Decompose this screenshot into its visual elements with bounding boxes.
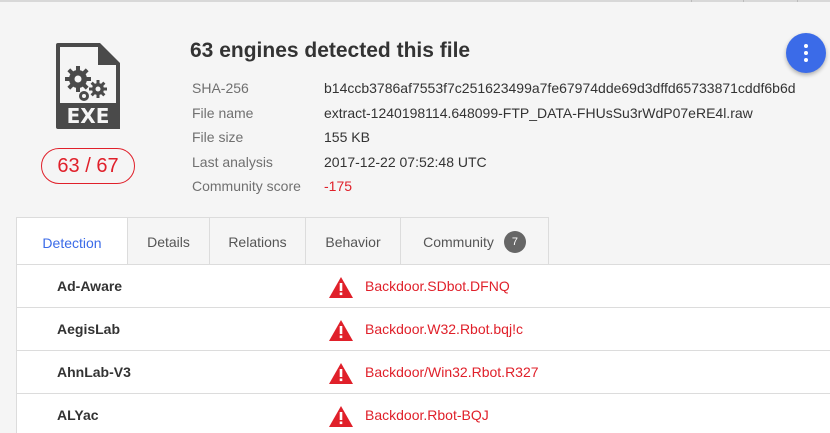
tab-label: Behavior: [325, 234, 381, 250]
tab-relations[interactable]: Relations: [210, 218, 306, 266]
detection-panel: Ad-Aware Backdoor.SDbot.DFNQ AegisLab Ba…: [16, 264, 830, 433]
engine-name: ALYac: [57, 407, 99, 423]
tab-detection[interactable]: Detection: [17, 218, 128, 267]
top-divider: [0, 0, 830, 2]
meta-row-sha256: SHA-256 b14ccb3786af7553f7c251623499a7fe…: [192, 76, 796, 101]
tab-label: Community: [423, 234, 494, 250]
engine-name: AegisLab: [57, 321, 121, 337]
detection-result: Backdoor.Rbot-BQJ: [365, 407, 489, 423]
warning-icon: [329, 277, 353, 298]
tab-label: Details: [147, 234, 190, 250]
tab-label: Relations: [228, 234, 287, 250]
meta-row-community-score: Community score -175: [192, 174, 796, 199]
meta-value-sha256[interactable]: b14ccb3786af7553f7c251623499a7fe67974dde…: [324, 80, 796, 96]
vertical-dots-icon: [804, 44, 808, 62]
exe-file-icon: EXE: [54, 41, 122, 131]
meta-key: File name: [192, 104, 254, 121]
tab-label: Detection: [42, 234, 102, 251]
community-count-badge: 7: [503, 231, 526, 253]
tab-community[interactable]: Community 7: [401, 218, 548, 266]
meta-key: Community score: [192, 178, 301, 195]
tab-details[interactable]: Details: [128, 218, 210, 266]
meta-row-file-size: File size 155 KB: [192, 125, 796, 150]
meta-value-community-score: -175: [324, 178, 353, 195]
detection-result: Backdoor.W32.Rbot.bqj!c: [365, 321, 523, 337]
meta-key: SHA-256: [192, 80, 249, 97]
meta-row-file-name: File name extract-1240198114.648099-FTP_…: [192, 101, 796, 126]
detection-result: Backdoor.SDbot.DFNQ: [365, 278, 510, 294]
detection-row: Ad-Aware Backdoor.SDbot.DFNQ: [17, 265, 830, 308]
meta-value-last-analysis: 2017-12-22 07:52:48 UTC: [324, 153, 487, 170]
engine-name: AhnLab-V3: [57, 364, 131, 380]
meta-value-file-size: 155 KB: [324, 129, 370, 146]
report-tabs: Detection Details Relations Behavior Com…: [16, 217, 549, 267]
file-type-label: EXE: [67, 104, 110, 128]
detection-score-badge: 63 / 67: [41, 148, 135, 184]
detection-row: ALYac Backdoor.Rbot-BQJ: [17, 394, 830, 433]
detection-row: AhnLab-V3 Backdoor/Win32.Rbot.R327: [17, 351, 830, 394]
detection-result: Backdoor/Win32.Rbot.R327: [365, 364, 539, 380]
detection-row: AegisLab Backdoor.W32.Rbot.bqj!c: [17, 308, 830, 351]
warning-icon: [329, 363, 353, 384]
meta-key: Last analysis: [192, 153, 273, 170]
warning-icon: [329, 320, 353, 341]
meta-row-last-analysis: Last analysis 2017-12-22 07:52:48 UTC: [192, 150, 796, 175]
detection-headline: 63 engines detected this file: [190, 39, 471, 62]
meta-value-file-name: extract-1240198114.648099-FTP_DATA-FHUsS…: [324, 104, 753, 121]
file-metadata: SHA-256 b14ccb3786af7553f7c251623499a7fe…: [192, 76, 796, 199]
meta-key: File size: [192, 129, 244, 146]
more-options-button[interactable]: [786, 33, 826, 73]
warning-icon: [329, 406, 353, 427]
engine-name: Ad-Aware: [57, 278, 123, 294]
tab-behavior[interactable]: Behavior: [306, 218, 401, 266]
